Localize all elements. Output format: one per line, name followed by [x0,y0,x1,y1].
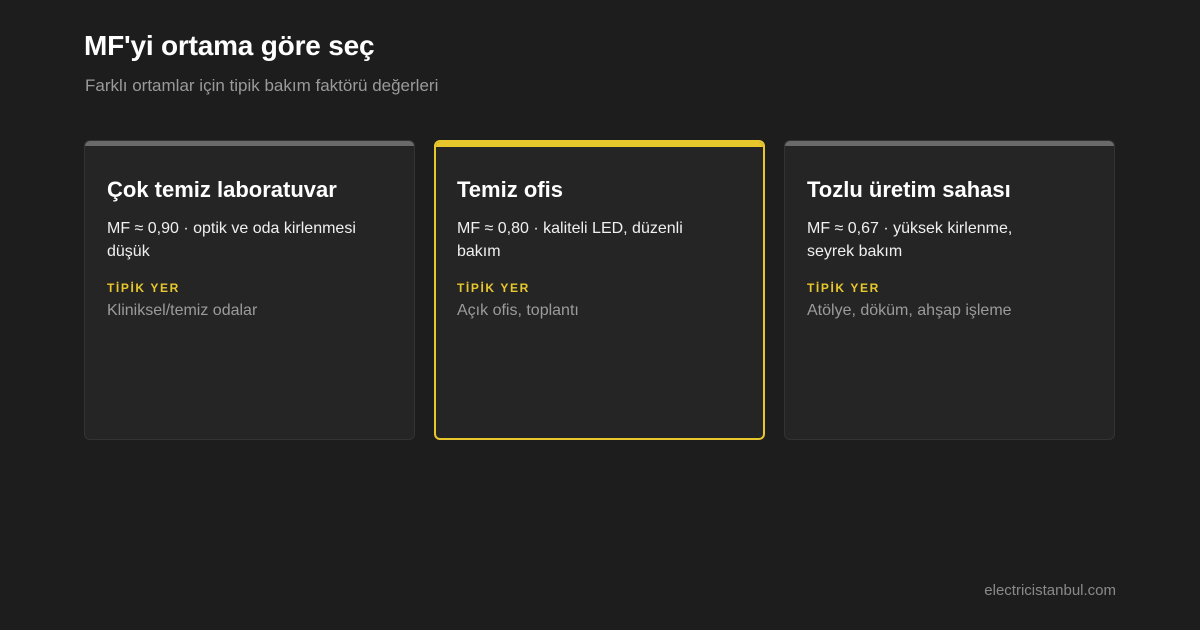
card-top-bar [436,142,763,147]
card-description: MF ≈ 0,67 · yüksek kirlenme, seyrek bakı… [807,220,1013,260]
card-top-bar [785,141,1114,146]
card-label: TİPİK YER [457,281,530,295]
card-value: Atölye, döküm, ahşap işleme [807,302,1012,319]
environment-cards: Çok temiz laboratuvar MF ≈ 0,90 · optik … [84,140,1115,440]
card-title: Tozlu üretim sahası [807,177,1011,202]
card-title: Çok temiz laboratuvar [107,177,337,202]
card-value: Açık ofis, toplantı [457,302,579,319]
card-label: TİPİK YER [107,281,180,295]
page-subtitle: Farklı ortamlar için tipik bakım faktörü… [85,76,439,95]
card-value: Kliniksel/temiz odalar [107,302,258,319]
card-lab[interactable]: Çok temiz laboratuvar MF ≈ 0,90 · optik … [84,140,415,440]
card-description: MF ≈ 0,90 · optik ve oda kirlenmesi düşü… [107,220,356,260]
page-title: MF'yi ortama göre seç [84,30,375,61]
footer-brand[interactable]: electricistanbul.com [984,582,1116,599]
card-label: TİPİK YER [807,281,880,295]
card-production[interactable]: Tozlu üretim sahası MF ≈ 0,67 · yüksek k… [784,140,1115,440]
card-title: Temiz ofis [457,177,563,202]
card-description: MF ≈ 0,80 · kaliteli LED, düzenli bakım [457,220,683,260]
card-office[interactable]: Temiz ofis MF ≈ 0,80 · kaliteli LED, düz… [434,140,765,440]
card-top-bar [85,141,414,146]
